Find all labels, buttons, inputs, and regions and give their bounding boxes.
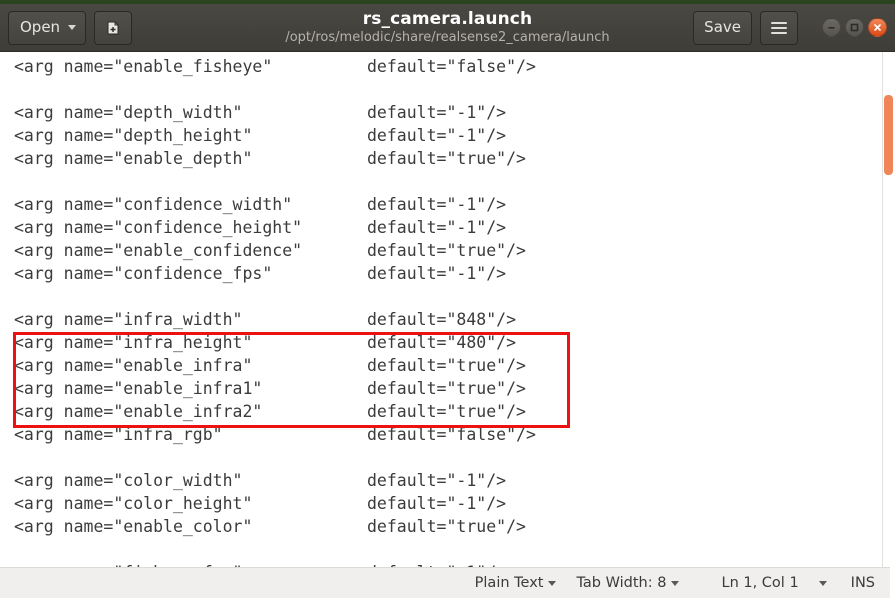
toolbar-left: Open — [8, 10, 133, 45]
code-line-name: <arg name="confidence_height" — [14, 218, 303, 237]
save-button-label: Save — [704, 18, 741, 36]
hamburger-menu-icon — [771, 21, 787, 34]
code-line-value: default="480"/> — [367, 333, 517, 352]
save-button[interactable]: Save — [693, 10, 752, 45]
code-line: <arg name="infra_rgb" default="false"/> — [14, 423, 536, 446]
toolbar-right: Save — [693, 10, 887, 45]
insert-mode-indicator: INS — [837, 568, 887, 598]
language-selector[interactable]: Plain Text — [465, 568, 567, 598]
code-line-name: <arg name="confidence_width" — [14, 195, 293, 214]
code-line: <arg name="enable_infra2" default="true"/… — [14, 400, 536, 423]
code-line-value: default="-1"/> — [367, 126, 507, 145]
status-bar-right-edge — [890, 567, 895, 598]
code-line: <arg name="color_width" default="-1"/> — [14, 469, 536, 492]
code-line-name: <arg name="confidence_fps" — [14, 264, 273, 283]
chevron-down-icon — [671, 580, 680, 586]
page-title: rs_camera.launch — [362, 9, 533, 29]
cursor-position-label: Ln 1, Col 1 — [721, 575, 799, 591]
code-line: <arg name="confidence_fps" default="-1"/> — [14, 262, 536, 285]
minimize-icon — [828, 27, 835, 29]
window-controls — [812, 18, 887, 37]
code-line-value: default="true"/> — [367, 356, 526, 375]
code-line-name: <arg name="enable_fisheye" — [14, 57, 273, 76]
code-line-value: default="-1"/> — [367, 494, 507, 513]
new-document-button[interactable] — [94, 10, 133, 45]
code-line-name: <arg name="enable_color" — [14, 517, 253, 536]
maximize-icon — [850, 23, 859, 32]
code-line-name: <arg name="depth_width" — [14, 103, 243, 122]
code-line-value: default="true"/> — [367, 241, 526, 260]
insert-mode-label: INS — [850, 575, 875, 591]
code-line: <arg name="confidence_width" default="-1"… — [14, 193, 536, 216]
code-line-value: default="true"/> — [367, 149, 526, 168]
menu-button[interactable] — [760, 10, 798, 45]
file-path-subtitle: /opt/ros/melodic/share/realsense2_camera… — [285, 30, 610, 45]
code-line-name: <arg name="depth_height" — [14, 126, 253, 145]
gedit-window: rs_camera.launch /opt/ros/melodic/share/… — [0, 0, 895, 598]
code-line: <arg name="enable_depth" default="true"/> — [14, 147, 536, 170]
code-line: <arg name="confidence_height" default="-1… — [14, 216, 536, 239]
source-code-content[interactable]: <arg name="enable_fisheye" default="false… — [0, 52, 536, 567]
language-label: Plain Text — [474, 575, 544, 591]
code-line: <arg name="color_height" default="-1"/> — [14, 492, 536, 515]
title-bar: rs_camera.launch /opt/ros/melodic/share/… — [0, 4, 895, 52]
code-line-name: <arg name="infra_width" — [14, 310, 243, 329]
code-line: <arg name="infra_height" default="480"/> — [14, 331, 536, 354]
code-line-value: default="false"/> — [367, 57, 536, 76]
code-line-value: default="848"/> — [367, 310, 517, 329]
code-line-value: default="-1"/> — [367, 103, 507, 122]
status-bar: Plain Text Tab Width: 8 Ln 1, Col 1 INS — [0, 567, 895, 598]
code-line-name: <arg name="enable_infra" — [14, 356, 253, 375]
code-line-name: <arg name="enable_infra2" — [14, 402, 263, 421]
minimize-button[interactable] — [822, 18, 841, 37]
code-line: <arg name="enable_fisheye" default="false… — [14, 55, 536, 78]
code-line-name: <arg name="enable_confidence" — [14, 241, 303, 260]
code-line-name: <arg name="infra_height" — [14, 333, 253, 352]
code-line-value: default="-1"/> — [367, 218, 507, 237]
code-line-value: default="true"/> — [367, 402, 526, 421]
code-line-name: <arg name="infra_rgb" — [14, 425, 223, 444]
close-icon — [874, 24, 881, 31]
open-button-label: Open — [20, 18, 61, 36]
code-line: <arg name="enable_infra" default="true"/> — [14, 354, 536, 377]
tab-width-label: Tab Width: 8 — [576, 575, 667, 591]
code-line-name: <arg name="color_width" — [14, 471, 243, 490]
vertical-scrollbar[interactable] — [882, 52, 895, 567]
code-line: <arg name="enable_color" default="true"/> — [14, 515, 536, 538]
chevron-down-icon — [548, 580, 557, 586]
code-line-value: default="-1"/> — [367, 264, 507, 283]
new-document-icon — [107, 21, 119, 34]
cursor-position: Ln 1, Col 1 — [711, 568, 808, 598]
code-line-value: default="true"/> — [367, 517, 526, 536]
code-line-name: <arg name="enable_depth" — [14, 149, 253, 168]
code-line-name: <arg name="enable_infra1" — [14, 379, 263, 398]
scrollbar-thumb[interactable] — [884, 95, 893, 175]
code-line-value: default="-1"/> — [367, 195, 507, 214]
code-line: <arg name="enable_infra1" default="true"/… — [14, 377, 536, 400]
code-line-name: <arg name="color_height" — [14, 494, 253, 513]
close-button[interactable] — [868, 18, 887, 37]
tab-width-selector[interactable]: Tab Width: 8 — [566, 568, 689, 598]
code-line: <arg name="depth_height" default="-1"/> — [14, 124, 536, 147]
maximize-button[interactable] — [845, 18, 864, 37]
code-line-value: default="true"/> — [367, 379, 526, 398]
chevron-down-icon — [68, 25, 77, 30]
position-dropdown[interactable] — [809, 568, 837, 598]
code-line: <arg name="infra_width" default="848"/> — [14, 308, 536, 331]
code-line-value: default="-1"/> — [367, 471, 507, 490]
code-line-value: default="false"/> — [367, 425, 536, 444]
open-button[interactable]: Open — [8, 10, 87, 45]
code-line: <arg name="depth_width" default="-1"/> — [14, 101, 536, 124]
code-line: <arg name="enable_confidence" default="tr… — [14, 239, 536, 262]
text-editor-area[interactable]: <arg name="enable_fisheye" default="false… — [0, 52, 895, 567]
chevron-down-icon — [818, 580, 827, 586]
